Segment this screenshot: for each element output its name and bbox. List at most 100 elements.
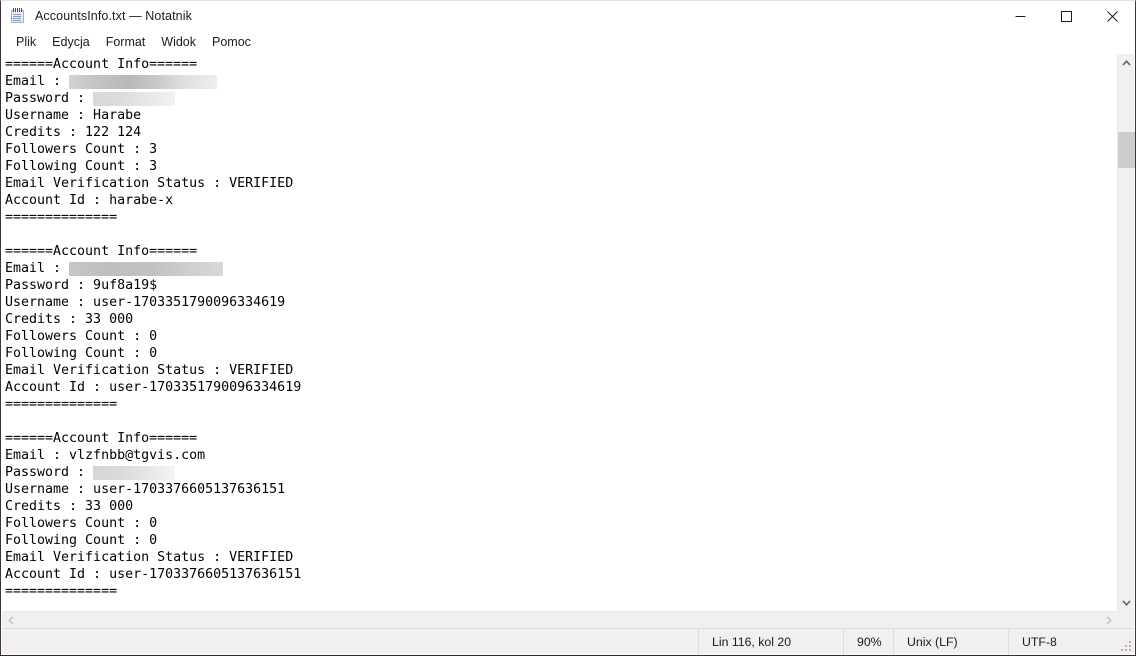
text-line: Username : user-1703351790096334619 (5, 294, 1117, 311)
text-line-content: Username : user-1703351790096334619 (5, 295, 286, 310)
window-title: AccountsInfo.txt — Notatnik (35, 9, 192, 23)
vertical-scrollbar[interactable] (1117, 54, 1135, 611)
text-line-content: Password : (5, 465, 94, 480)
text-line: Following Count : 3 (5, 158, 1117, 175)
text-editor-area[interactable]: ======Account Info====== Email : Password… (2, 54, 1117, 611)
text-line: Password : (5, 464, 1117, 481)
text-line-content: Following Count : 3 (5, 159, 158, 174)
text-line: ============== (5, 583, 1117, 600)
text-line: Email : (5, 73, 1117, 90)
scrollbar-corner (1117, 611, 1134, 628)
status-bar: Lin 116, kol 20 90% Unix (LF) UTF-8 (2, 628, 1134, 655)
maximize-icon (1060, 10, 1072, 22)
text-line-content: ======Account Info====== (5, 57, 198, 72)
text-line: Following Count : 0 (5, 345, 1117, 362)
text-line: Email : (5, 260, 1117, 277)
status-cursor-position[interactable]: Lin 116, kol 20 (698, 628, 843, 655)
redacted-value (69, 262, 224, 276)
title-bar[interactable]: AccountsInfo.txt — Notatnik (1, 1, 1135, 31)
text-line: ============== (5, 396, 1117, 413)
minimize-button[interactable] (997, 1, 1043, 31)
menu-bar: Plik Edycja Format Widok Pomoc (1, 31, 1135, 53)
text-line-content: Credits : 33 000 (5, 499, 134, 514)
text-line: Followers Count : 3 (5, 141, 1117, 158)
text-line: Username : user-1703376605137636151 (5, 481, 1117, 498)
menu-item-pomoc[interactable]: Pomoc (204, 33, 259, 51)
text-line-content: Email Verification Status : VERIFIED (5, 363, 294, 378)
text-line-content: Account Id : user-1703376605137636151 (5, 567, 302, 582)
text-line-content: Password : 9uf8a19$ (5, 278, 158, 293)
text-line: Credits : 33 000 (5, 311, 1117, 328)
scroll-right-button[interactable] (1100, 612, 1117, 629)
text-line-content: Credits : 122 124 (5, 125, 142, 140)
text-line: Following Count : 0 (5, 532, 1117, 549)
text-line-content: Email Verification Status : VERIFIED (5, 176, 294, 191)
text-line: Email Verification Status : VERIFIED (5, 549, 1117, 566)
scroll-up-button[interactable] (1118, 54, 1135, 71)
text-line-content: Email : vlzfnbb@tgvis.com (5, 448, 206, 463)
scroll-down-button[interactable] (1118, 594, 1135, 611)
text-line-content: Following Count : 0 (5, 346, 158, 361)
text-line: Account Id : user-1703351790096334619 (5, 379, 1117, 396)
text-line: Email : vlzfnbb@tgvis.com (5, 447, 1117, 464)
text-line-content: Credits : 33 000 (5, 312, 134, 327)
menu-item-edycja[interactable]: Edycja (44, 33, 98, 51)
text-line-content: Email : (5, 261, 70, 276)
menu-item-plik[interactable]: Plik (8, 33, 44, 51)
text-line-content: ============== (5, 210, 118, 225)
text-line: Followers Count : 0 (5, 328, 1117, 345)
text-line-content: ============== (5, 397, 118, 412)
text-line: ======Account Info====== (5, 56, 1117, 73)
resize-grip[interactable] (1120, 640, 1131, 651)
document-text[interactable]: ======Account Info====== Email : Password… (2, 54, 1117, 600)
redacted-value (93, 466, 176, 480)
close-icon (1106, 10, 1118, 22)
text-line: Account Id : user-1703376605137636151 (5, 566, 1117, 583)
menu-item-widok[interactable]: Widok (153, 33, 204, 51)
text-line: ======Account Info====== (5, 243, 1117, 260)
text-line-content: Followers Count : 0 (5, 516, 158, 531)
status-line-ending[interactable]: Unix (LF) (893, 628, 1008, 655)
scroll-left-button[interactable] (2, 612, 19, 629)
text-line (5, 413, 1117, 430)
text-line-content: Account Id : user-1703351790096334619 (5, 380, 302, 395)
text-line-content: Followers Count : 3 (5, 142, 158, 157)
close-button[interactable] (1089, 1, 1135, 31)
status-zoom-level[interactable]: 90% (843, 628, 893, 655)
chevron-down-icon (1122, 599, 1131, 606)
window-controls (997, 1, 1135, 31)
scroll-thumb[interactable] (1118, 132, 1135, 168)
text-line: Followers Count : 0 (5, 515, 1117, 532)
text-line-content: Email : (5, 74, 70, 89)
text-line: Username : Harabe (5, 107, 1117, 124)
text-line: Password : 9uf8a19$ (5, 277, 1117, 294)
text-line: Account Id : harabe-x (5, 192, 1117, 209)
text-line-content: ======Account Info====== (5, 431, 198, 446)
horizontal-scrollbar[interactable] (2, 611, 1117, 628)
chevron-up-icon (1122, 59, 1131, 66)
status-encoding[interactable]: UTF-8 (1008, 628, 1134, 655)
text-line-content: Username : user-1703376605137636151 (5, 482, 286, 497)
text-line-content: Account Id : harabe-x (5, 193, 174, 208)
minimize-icon (1015, 15, 1025, 17)
text-line: ======Account Info====== (5, 430, 1117, 447)
text-line: Password : (5, 90, 1117, 107)
text-line: Email Verification Status : VERIFIED (5, 175, 1117, 192)
notepad-window: AccountsInfo.txt — Notatnik Plik Edycja … (0, 0, 1136, 656)
text-line-content: Following Count : 0 (5, 533, 158, 548)
text-line-content: Followers Count : 0 (5, 329, 158, 344)
chevron-left-icon (7, 616, 14, 625)
notepad-icon (10, 8, 26, 24)
text-line-content: Email Verification Status : VERIFIED (5, 550, 294, 565)
maximize-button[interactable] (1043, 1, 1089, 31)
menu-item-format[interactable]: Format (98, 33, 154, 51)
chevron-right-icon (1105, 616, 1112, 625)
text-line-content: Password : (5, 91, 94, 106)
text-line-content: ============== (5, 584, 118, 599)
text-line: Credits : 122 124 (5, 124, 1117, 141)
text-line: Email Verification Status : VERIFIED (5, 362, 1117, 379)
text-line (5, 226, 1117, 243)
text-line-content: Username : Harabe (5, 108, 142, 123)
redacted-value (69, 75, 218, 89)
redacted-value (93, 92, 176, 106)
